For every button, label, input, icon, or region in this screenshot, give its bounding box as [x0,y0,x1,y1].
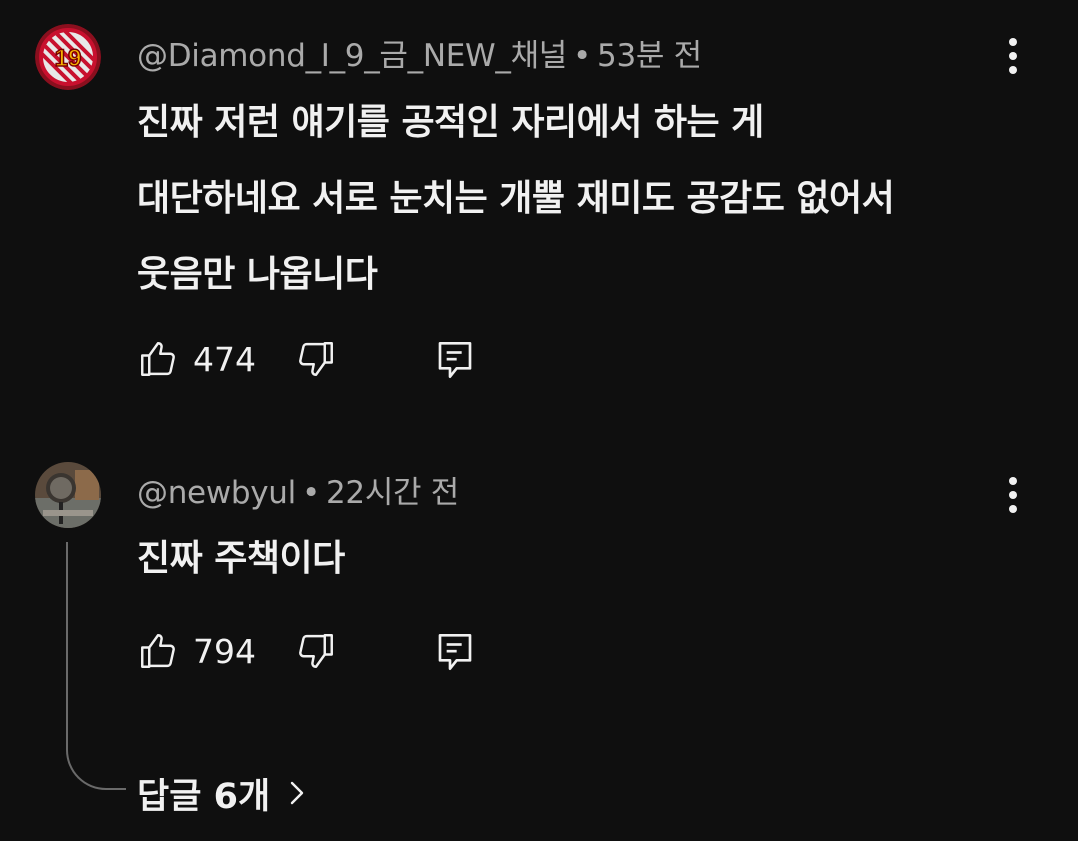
dislike-button[interactable] [295,630,337,672]
thumb-up-icon [141,342,175,376]
avatar-image: 19 [35,24,101,90]
like-button[interactable]: 794 [137,630,256,672]
comment-1: 19 @Diamond_I_9_금_NEW_채널 • 53분 전 진짜 저런 얘기를… [0,0,1078,400]
comment-text: 진짜 저런 얘기를 공적인 자리에서 하는 게 대단하네요 서로 눈치는 개뿔 … [137,85,895,313]
like-button[interactable]: 474 [137,338,256,380]
reply-button[interactable] [435,338,475,382]
meta-separator: • [573,38,592,74]
avatar[interactable] [35,462,101,528]
comment-time[interactable]: 53분 전 [597,38,702,74]
more-vert-icon[interactable] [996,31,1030,81]
comment-text-line: 웃음만 나옵니다 [137,254,378,295]
comment-author[interactable]: @newbyul [137,475,296,511]
comment-meta: @Diamond_I_9_금_NEW_채널 • 53분 전 [137,30,702,75]
thumb-down-icon [299,634,333,668]
chevron-right-icon [290,781,304,805]
comment-meta: @newbyul • 22시간 전 [137,467,459,512]
comment-actions: 474 [137,338,497,388]
comment-actions: 794 [137,630,497,680]
meta-separator: • [301,475,320,511]
avatar-image [35,462,101,528]
thread-connector-line [66,542,126,790]
dislike-button[interactable] [295,338,337,380]
svg-text:19: 19 [55,45,82,72]
like-count: 474 [193,339,256,379]
thumb-up-icon [141,634,175,668]
like-count: 794 [193,631,256,671]
comment-text-line: 진짜 주책이다 [137,538,345,579]
comment-time[interactable]: 22시간 전 [326,475,459,511]
replies-label: 답글 6개 [137,776,271,817]
more-vert-icon[interactable] [996,470,1030,520]
comment-2: @newbyul • 22시간 전 진짜 주책이다 794 [0,440,1078,680]
comment-author[interactable]: @Diamond_I_9_금_NEW_채널 [137,38,567,74]
avatar[interactable]: 19 [35,24,101,90]
comment-text-line: 진짜 저런 얘기를 공적인 자리에서 하는 게 [137,102,764,143]
view-replies-button[interactable]: 답글 6개 [137,768,306,818]
reply-button[interactable] [435,630,475,674]
comment-reply-icon [438,634,472,671]
comment-text-line: 대단하네요 서로 눈치는 개뿔 재미도 공감도 없어서 [137,178,895,219]
comment-reply-icon [438,342,472,378]
thumb-down-icon [299,342,333,376]
comment-text: 진짜 주책이다 [137,521,345,597]
